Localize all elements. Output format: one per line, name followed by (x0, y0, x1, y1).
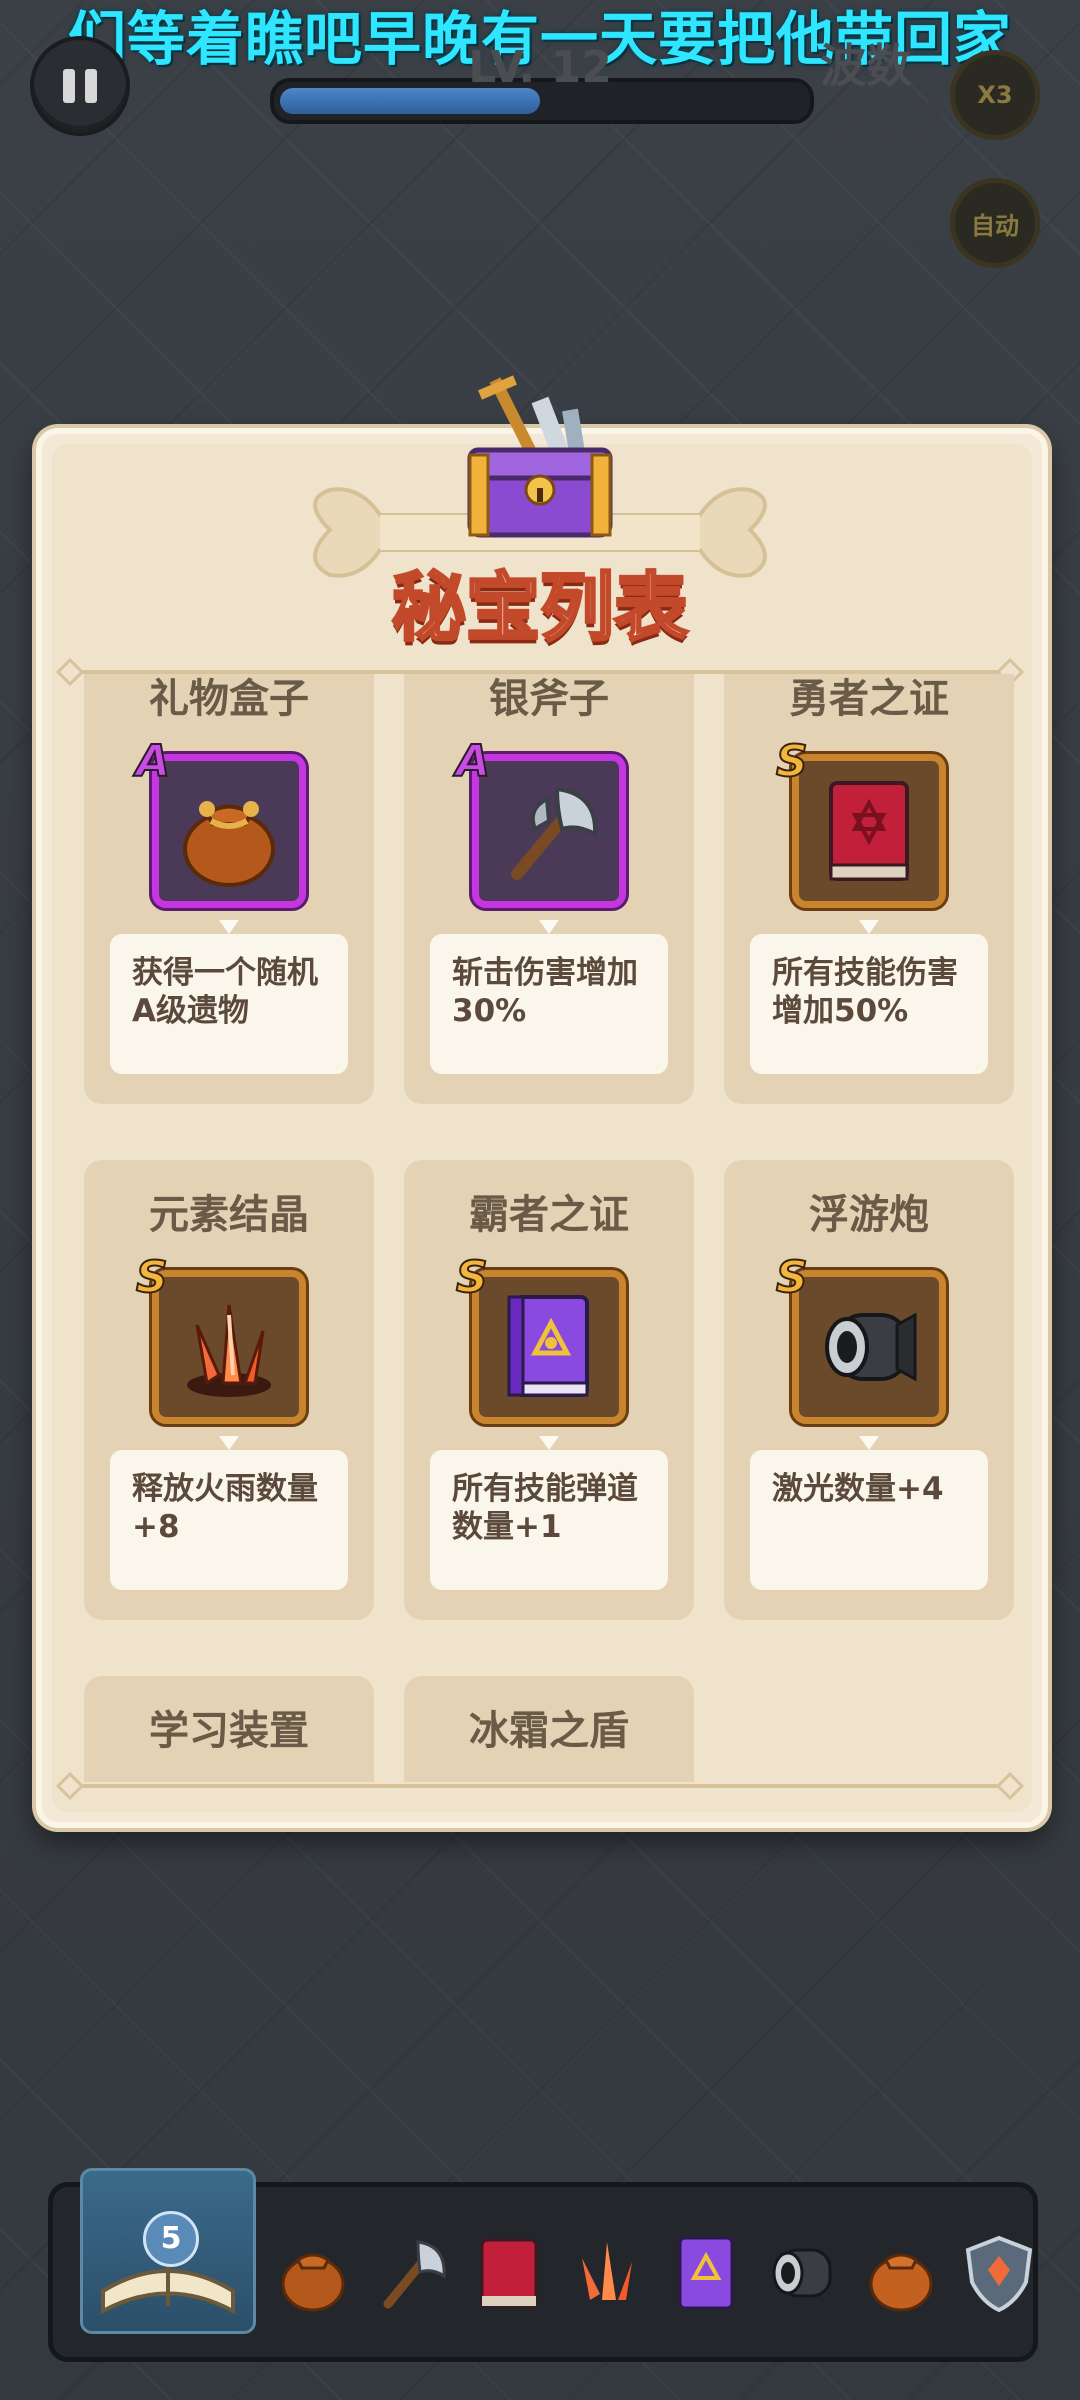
treasure-name: 勇者之证 (789, 676, 949, 722)
cannon-icon (772, 2248, 832, 2298)
shield-icon (965, 2235, 1033, 2313)
gift-bag-icon (281, 2253, 345, 2312)
pause-button[interactable] (30, 36, 130, 136)
gift-bag-icon (869, 2253, 933, 2312)
treasure-icon-frame (152, 754, 306, 908)
treasure-chest-icon (467, 375, 613, 538)
purple-tome-icon (678, 2236, 734, 2310)
grade-badge: A (455, 735, 491, 788)
treasure-description: 所有技能弹道数量+1 (430, 1450, 668, 1590)
speed-button[interactable]: X3 (950, 50, 1040, 140)
auto-button[interactable]: 自动 (950, 178, 1040, 268)
relic-slot[interactable] (760, 2230, 846, 2316)
treasure-card[interactable]: 霸者之证 S 所有技能弹道数量+1 (404, 1160, 694, 1620)
spellbook-count: 5 (143, 2211, 199, 2267)
relic-slot[interactable] (564, 2230, 650, 2316)
relic-slot[interactable] (858, 2230, 944, 2316)
treasure-icon-frame (152, 1270, 306, 1424)
treasure-icon-frame (792, 754, 946, 908)
treasure-icon-frame (472, 754, 626, 908)
relic-slot[interactable] (270, 2230, 356, 2316)
grade-badge: A (135, 735, 171, 788)
treasure-description: 释放火雨数量+8 (110, 1450, 348, 1590)
treasure-description: 激光数量+4 (750, 1450, 988, 1590)
treasure-description: 获得一个随机A级遗物 (110, 934, 348, 1074)
bottom-divider (70, 1784, 1010, 1788)
treasure-card[interactable]: 冰霜之盾 (404, 1676, 694, 1782)
grade-badge: S (135, 1251, 169, 1304)
cannon-icon (825, 1312, 917, 1382)
relic-slot[interactable] (466, 2230, 552, 2316)
grade-badge: S (455, 1251, 489, 1304)
treasure-card[interactable]: 银斧子 A 斩击伤害增加30% (404, 674, 694, 1104)
relic-slots (270, 2230, 1033, 2320)
relic-slot[interactable] (368, 2230, 454, 2316)
treasure-description: 所有技能伤害增加50% (750, 934, 988, 1074)
fire-crystal-icon (187, 1304, 271, 1397)
treasure-name: 浮游炮 (809, 1192, 929, 1238)
fire-crystal-icon (582, 2242, 632, 2300)
relic-slot[interactable] (662, 2230, 748, 2316)
treasure-card[interactable]: 礼物盒子 A 获得一个随机A级遗物 (84, 674, 374, 1104)
treasure-name: 霸者之证 (469, 1192, 629, 1238)
treasure-card[interactable]: 元素结晶 S 释放火雨数量+8 (84, 1160, 374, 1620)
dialog-title: 秘宝列表 (391, 564, 690, 653)
treasure-grid: 礼物盒子 A 获得一个随机A级遗物 银斧子 A 斩击伤害增加30% 勇者之证 S… (80, 674, 1020, 1782)
wave-label: 波数 (820, 39, 912, 93)
purple-tome-icon (507, 1295, 589, 1397)
grade-badge: S (775, 1251, 809, 1304)
treasure-name: 学习装置 (149, 1708, 309, 1754)
treasure-card[interactable]: 浮游炮 S 激光数量+4 (724, 1160, 1014, 1620)
pause-icon (63, 69, 75, 103)
treasure-description: 斩击伤害增加30% (430, 934, 668, 1074)
treasure-name: 礼物盒子 (149, 676, 309, 722)
silver-axe-icon (383, 2240, 446, 2309)
treasure-card[interactable]: 勇者之证 S 所有技能伤害增加50% (724, 674, 1014, 1104)
treasure-icon-frame (792, 1270, 946, 1424)
level-label: LV. 12 (468, 42, 612, 93)
treasure-icon-frame (472, 1270, 626, 1424)
silver-axe-icon (511, 786, 598, 880)
treasure-card[interactable]: 学习装置 (84, 1676, 374, 1782)
treasure-name: 元素结晶 (149, 1192, 309, 1238)
gift-bag-icon (183, 801, 275, 887)
spellbook-button[interactable]: 5 (80, 2168, 256, 2334)
treasure-name: 银斧子 (489, 676, 609, 722)
relic-slot[interactable] (956, 2230, 1042, 2316)
grade-badge: S (775, 735, 809, 788)
red-tome-icon (480, 2238, 538, 2308)
treasure-name: 冰霜之盾 (469, 1708, 629, 1754)
wave-counter: 2 /7 (820, 92, 947, 162)
red-tome-icon (829, 781, 909, 881)
